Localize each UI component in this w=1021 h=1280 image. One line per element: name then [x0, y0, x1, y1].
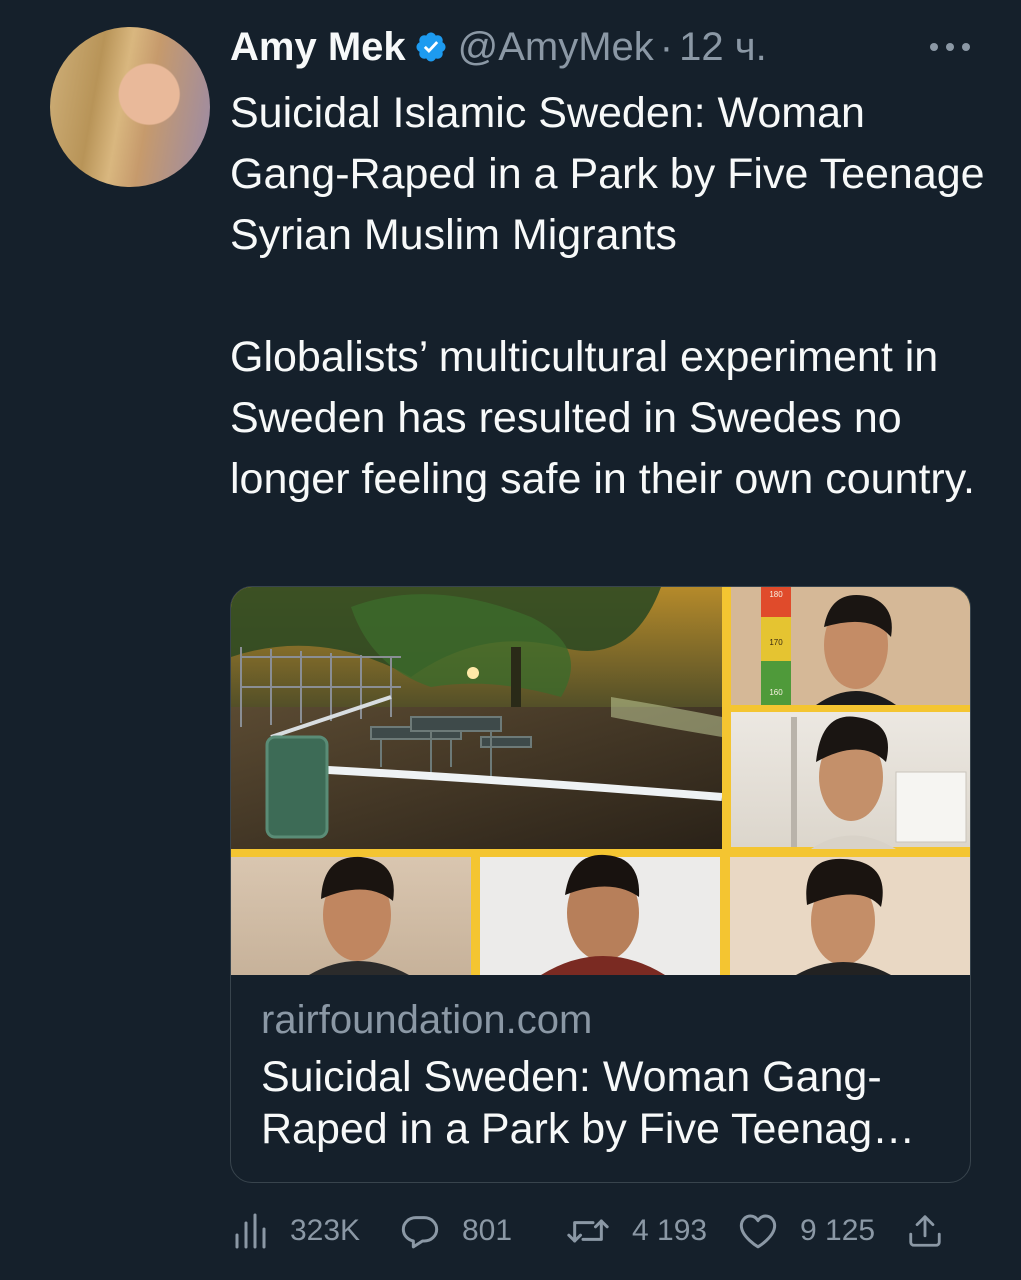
views-button[interactable]: 323K — [234, 1205, 360, 1257]
link-card[interactable]: 180 170 160 rairfoundation.com Suicidal … — [230, 586, 971, 1183]
tweet-header: Amy Mek @AmyMek · 12 ч. — [230, 22, 970, 72]
like-count: 9 125 — [800, 1214, 876, 1247]
share-button[interactable] — [906, 1205, 944, 1257]
reply-icon — [401, 1216, 439, 1249]
reply-count: 801 — [462, 1214, 513, 1247]
card-domain: rairfoundation.com — [261, 998, 593, 1042]
retweet-icon — [567, 1219, 609, 1243]
card-meta: rairfoundation.com Suicidal Sweden: Woma… — [261, 995, 961, 1155]
reply-button[interactable]: 801 — [400, 1205, 512, 1257]
share-icon — [909, 1215, 941, 1247]
separator-dot: · — [659, 24, 674, 69]
avatar[interactable] — [50, 27, 210, 187]
verified-badge-icon — [416, 32, 446, 62]
more-options-icon[interactable] — [930, 32, 970, 62]
views-count: 323K — [290, 1214, 361, 1247]
tweet-text: Suicidal Islamic Sweden: Woman Gang-Rape… — [230, 89, 985, 503]
tweet-actions: 323K 801 4 193 9 125 — [230, 1205, 971, 1257]
retweet-button[interactable]: 4 193 — [566, 1205, 707, 1257]
height-label-170: 170 — [769, 638, 783, 647]
height-label-180: 180 — [769, 590, 783, 599]
author-name[interactable]: Amy Mek — [230, 25, 406, 70]
card-image[interactable]: 180 170 160 — [231, 587, 970, 975]
card-image-collage: 180 170 160 — [231, 587, 970, 975]
retweet-count: 4 193 — [632, 1214, 708, 1247]
height-label-160: 160 — [769, 688, 783, 697]
previous-tweet-cutoff — [230, 0, 530, 8]
card-title: Suicidal Sweden: Woman Gang-Raped in a P… — [261, 1053, 916, 1153]
tweet-time[interactable]: 12 ч. — [679, 25, 767, 70]
author-handle[interactable]: @AmyMek — [458, 25, 654, 70]
heart-icon — [739, 1214, 777, 1249]
views-chart-icon — [235, 1213, 266, 1249]
like-button[interactable]: 9 125 — [738, 1205, 875, 1257]
